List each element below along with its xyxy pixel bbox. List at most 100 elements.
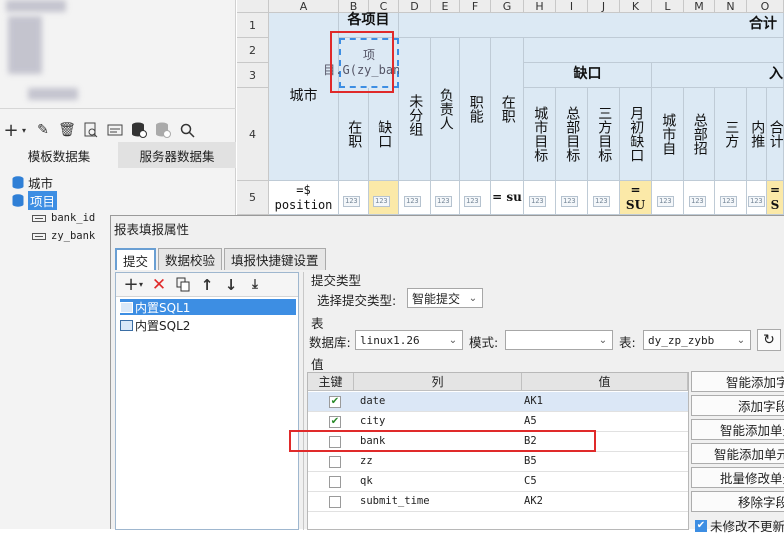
refresh-icon[interactable]: ↻ [757, 329, 781, 351]
col-header[interactable]: G [491, 0, 524, 13]
primary-key-checkbox[interactable] [329, 496, 341, 508]
cell-k4[interactable]: 月初缺口 [620, 88, 652, 181]
delete-icon[interactable]: ✕ [150, 275, 168, 295]
cell-c4[interactable]: 缺口 [369, 88, 399, 181]
cell-f5[interactable]: 123 [460, 181, 491, 215]
col-header[interactable]: N [715, 0, 747, 13]
row-header[interactable]: 2 [237, 38, 269, 63]
cell-h3[interactable]: 缺口 [524, 63, 652, 88]
row-header[interactable]: 1 [237, 13, 269, 38]
tab-submit[interactable]: 提交 [115, 248, 157, 270]
cell-o5[interactable]: 123 [747, 181, 767, 215]
table-row[interactable]: ✔ date AK1 [308, 392, 688, 412]
col-header[interactable]: A [269, 0, 339, 13]
cell-g2[interactable]: 在职 [491, 38, 524, 181]
spreadsheet[interactable]: A B C D E F G H I J K L M N O 1 2 3 4 5 … [237, 0, 784, 215]
submit-type-select[interactable]: 智能提交 ⌄ [407, 288, 483, 308]
checkbox-checked-icon[interactable]: ✔ [695, 519, 707, 532]
tab-shortcut-settings[interactable]: 填报快捷键设置 [224, 248, 326, 270]
cell-h4[interactable]: 城市目标 [524, 88, 556, 181]
cell-g5[interactable]: = su [491, 181, 524, 215]
edit-icon[interactable]: ✎ [34, 121, 52, 139]
cell-c5[interactable]: 123 [369, 181, 399, 215]
sheet-corner[interactable] [237, 0, 269, 13]
cell-h5[interactable]: 123 [524, 181, 556, 215]
arrow-up-icon[interactable]: ↑ [198, 276, 216, 294]
cell-l5[interactable]: 123 [652, 181, 684, 215]
database-select[interactable]: linux1.26 ⌄ [355, 330, 463, 350]
cell-j4[interactable]: 三方目标 [588, 88, 620, 181]
chevron-down-icon[interactable]: ▾ [20, 121, 28, 139]
col-header[interactable]: K [620, 0, 652, 13]
cell-n4[interactable]: 三方 [715, 88, 747, 181]
primary-key-checkbox[interactable] [329, 476, 341, 488]
col-header[interactable]: O [747, 0, 784, 13]
cell-a1-merged[interactable]: 城市 [269, 13, 339, 181]
cell-m4[interactable]: 总部招 [684, 88, 715, 181]
grid-header-column[interactable]: 列 [354, 373, 522, 391]
cell-d2[interactable]: 未分组 [399, 38, 431, 181]
cell-b5[interactable]: 123 [339, 181, 369, 215]
db-add-icon[interactable] [130, 121, 148, 139]
grid-header-value[interactable]: 值 [522, 373, 688, 391]
tree-item-city[interactable]: 城市 [12, 173, 53, 191]
trash-icon[interactable]: 🗑 [58, 121, 76, 139]
plus-icon[interactable]: + [2, 120, 20, 141]
dataset-icon[interactable] [106, 121, 124, 139]
tab-server-dataset[interactable]: 服务器数据集 [118, 142, 236, 168]
cell-e5[interactable]: 123 [431, 181, 460, 215]
cell-a5[interactable]: =$ position [269, 181, 339, 215]
tree-item-project[interactable]: 项目 [12, 190, 58, 210]
smart-add-cell-button[interactable]: 智能添加单元 [691, 419, 784, 440]
cell-j5[interactable]: 123 [588, 181, 620, 215]
col-header[interactable]: H [524, 0, 556, 13]
grid-header-pk[interactable]: 主键 [308, 373, 354, 391]
sql-item[interactable]: 内置SQL1 [120, 299, 296, 315]
copy-icon[interactable] [174, 276, 192, 294]
cell-m5[interactable]: 123 [684, 181, 715, 215]
preview-icon[interactable] [82, 121, 100, 139]
cell-l3[interactable]: 入 [652, 63, 784, 88]
col-header[interactable]: F [460, 0, 491, 13]
cell-h2[interactable] [524, 38, 784, 63]
field-item[interactable]: bank_id [32, 209, 95, 227]
cell-l4[interactable]: 城市自 [652, 88, 684, 181]
smart-add-field-button[interactable]: 智能添加字 [691, 371, 784, 392]
row-header[interactable]: 4 [237, 88, 269, 181]
primary-key-checkbox[interactable]: ✔ [329, 416, 341, 428]
cell-o4[interactable]: 内推 [747, 88, 767, 181]
primary-key-checkbox[interactable]: ✔ [329, 396, 341, 408]
col-header[interactable]: M [684, 0, 715, 13]
arrow-down-icon[interactable]: ↓ [222, 276, 240, 294]
cell-e2[interactable]: 负责人 [431, 38, 460, 181]
batch-modify-cell-button[interactable]: 批量修改单元 [691, 467, 784, 488]
table-select[interactable]: dy_zp_zybb ⌄ [643, 330, 751, 350]
field-item[interactable]: zy_bank [32, 227, 95, 245]
cell-total[interactable]: 合计 [399, 13, 784, 38]
tab-data-validation[interactable]: 数据校验 [158, 248, 223, 270]
table-row[interactable]: submit_time AK2 [308, 492, 688, 512]
table-row[interactable]: qk C5 [308, 472, 688, 492]
remove-field-button[interactable]: 移除字段 [691, 491, 784, 512]
cell-i4[interactable]: 总部目标 [556, 88, 588, 181]
cell-k5[interactable]: = SU [620, 181, 652, 215]
row-header[interactable]: 3 [237, 63, 269, 88]
table-row[interactable]: zz B5 [308, 452, 688, 472]
primary-key-checkbox[interactable] [329, 456, 341, 468]
col-header[interactable]: I [556, 0, 588, 13]
search-icon[interactable] [178, 121, 196, 139]
cell-i5[interactable]: 123 [556, 181, 588, 215]
row-header[interactable]: 5 [237, 181, 269, 215]
col-header[interactable]: E [431, 0, 460, 13]
col-header[interactable]: J [588, 0, 620, 13]
chevron-down-icon[interactable]: ▾ [138, 276, 144, 294]
cell-p5[interactable]: = S [767, 181, 784, 215]
cell-b4[interactable]: 在职 [339, 88, 369, 181]
sql-item[interactable]: 内置SQL2 [120, 317, 194, 333]
cell-f2[interactable]: 职能 [460, 38, 491, 181]
no-update-if-unmodified[interactable]: ✔ 未修改不更新 [695, 516, 784, 535]
move-bottom-icon[interactable]: ⤓ [246, 276, 264, 294]
col-header[interactable]: D [399, 0, 431, 13]
tab-template-dataset[interactable]: 模板数据集 [0, 142, 118, 168]
db-gray-icon[interactable] [154, 121, 172, 139]
